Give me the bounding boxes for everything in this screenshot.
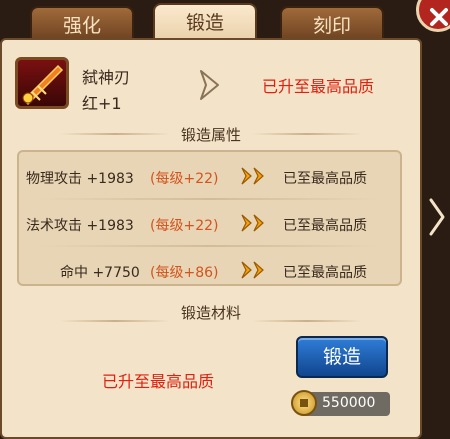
item-slot[interactable] <box>15 57 69 109</box>
divider <box>252 133 362 135</box>
attr-physical-bonus: (每级+22) <box>150 171 219 187</box>
forge-button[interactable]: 锻造 <box>296 336 388 378</box>
close-icon <box>430 8 448 26</box>
materials-status: 已升至最高品质 <box>102 372 215 391</box>
chevron-right-icon <box>200 70 219 100</box>
item-level: 红+1 <box>82 94 122 113</box>
tab-forge[interactable]: 锻造 <box>153 3 257 43</box>
row-divider <box>40 198 380 200</box>
attr-magic-attack: 法术攻击 +1983 <box>26 218 134 234</box>
blade-icon <box>22 64 64 106</box>
item-quality-status: 已升至最高品质 <box>262 77 375 96</box>
tab-engrave[interactable]: 刻印 <box>280 6 384 42</box>
attr-hit-result: 已至最高品质 <box>283 265 367 281</box>
attr-physical-result: 已至最高品质 <box>283 171 367 187</box>
attr-magic-bonus: (每级+22) <box>150 218 219 234</box>
double-arrow-icon <box>241 167 264 185</box>
divider <box>252 320 362 322</box>
row-divider <box>40 245 380 247</box>
attr-physical-attack: 物理攻击 +1983 <box>26 171 134 187</box>
attr-hit: 命中 +7750 <box>60 265 140 281</box>
double-arrow-icon <box>241 214 264 232</box>
close-button[interactable] <box>416 0 450 32</box>
tab-strengthen[interactable]: 强化 <box>30 6 134 42</box>
next-arrow-icon[interactable] <box>428 197 446 237</box>
item-name: 弑神刃 <box>82 68 131 87</box>
gold-coin-icon <box>291 390 317 416</box>
attr-hit-bonus: (每级+86) <box>150 265 219 281</box>
attr-magic-result: 已至最高品质 <box>283 218 367 234</box>
double-arrow-icon <box>241 261 264 279</box>
gold-cost: 550000 <box>322 395 376 411</box>
